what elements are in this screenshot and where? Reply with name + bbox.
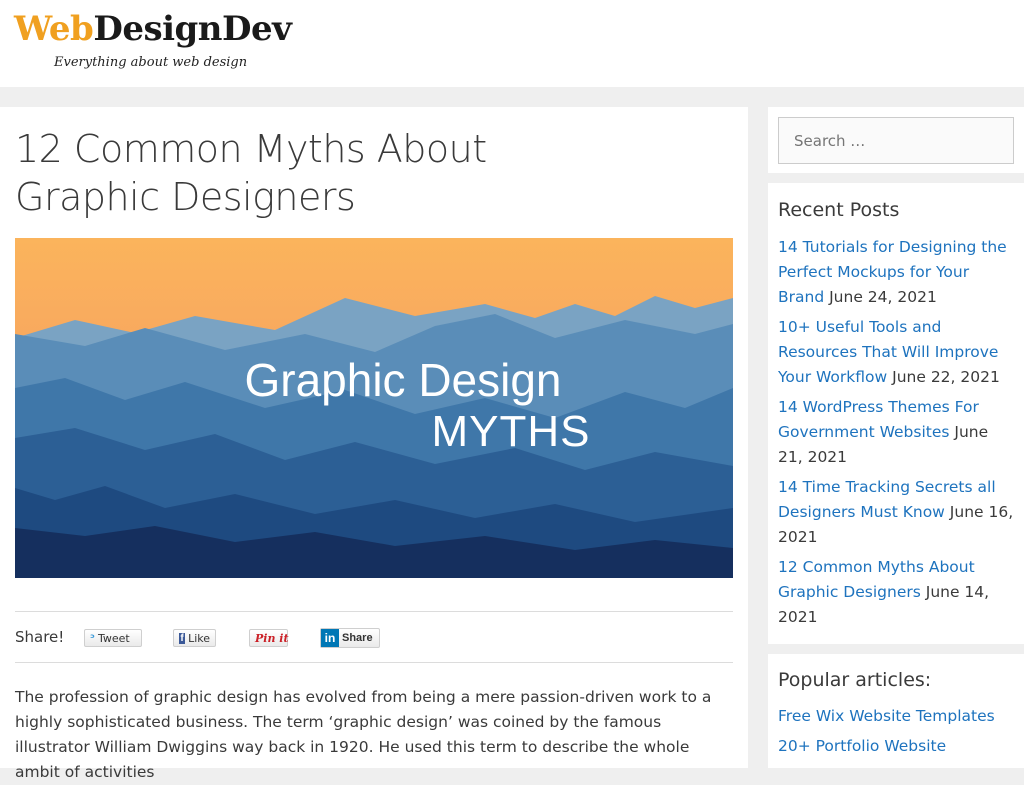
hero-illustration: Graphic Design MYTHS — [15, 238, 733, 578]
recent-posts-list: 14 Tutorials for Designing the Perfect M… — [778, 235, 1014, 635]
popular-articles-widget: Popular articles: Free Wix Website Templ… — [768, 654, 1024, 768]
recent-post-link[interactable]: 14 WordPress Themes For Government Websi… — [778, 398, 979, 441]
linkedin-share-label: Share — [342, 632, 373, 644]
hero-title-line2: MYTHS — [432, 407, 591, 456]
logo-web: Web — [14, 9, 94, 49]
recent-posts-widget: Recent Posts 14 Tutorials for Designing … — [768, 183, 1024, 644]
popular-articles-title: Popular articles: — [778, 669, 932, 691]
hero-title-line1: Graphic Design — [244, 354, 561, 406]
like-button-label: Like — [188, 631, 210, 645]
logo-tagline: Everything about web design — [54, 55, 248, 70]
logo-design: Design — [93, 9, 222, 49]
site-header: WebDesignDev Everything about web design — [0, 0, 1024, 87]
share-divider-top — [15, 611, 733, 612]
twitter-bird-icon: ᵓ — [90, 631, 95, 645]
popular-article-link[interactable]: Free Wix Website Templates — [778, 707, 995, 725]
linkedin-share-button[interactable]: in Share — [320, 628, 380, 648]
popular-article-link[interactable]: 20+ Portfolio Website — [778, 737, 946, 755]
recent-post-item: 14 WordPress Themes For Government Websi… — [778, 395, 1014, 470]
article-title: 12 Common Myths About Graphic Designers — [15, 127, 487, 219]
search-widget — [768, 107, 1024, 173]
tweet-button-label: Tweet — [97, 631, 130, 645]
recent-post-date: June 22, 2021 — [892, 368, 1000, 386]
pinterest-button[interactable]: Pin it — [249, 629, 289, 647]
popular-article-item: 20+ Portfolio Website — [778, 734, 1014, 759]
recent-post-item: 14 Tutorials for Designing the Perfect M… — [778, 235, 1014, 310]
article-paragraph: The profession of graphic design has evo… — [15, 688, 712, 781]
logo-wordmark: WebDesignDev — [14, 12, 314, 46]
popular-articles-list: Free Wix Website Templates 20+ Portfolio… — [778, 704, 1014, 764]
tweet-button[interactable]: ᵓ Tweet — [84, 629, 142, 647]
hero-image: Graphic Design MYTHS — [15, 238, 733, 578]
recent-posts-title: Recent Posts — [778, 199, 900, 221]
recent-post-item: 10+ Useful Tools and Resources That Will… — [778, 315, 1014, 390]
linkedin-icon: in — [321, 629, 339, 647]
site-logo[interactable]: WebDesignDev Everything about web design — [14, 12, 314, 78]
share-label: Share! — [15, 628, 65, 646]
logo-dev: Dev — [222, 9, 292, 49]
recent-post-item: 12 Common Myths About Graphic Designers … — [778, 555, 1014, 630]
facebook-icon: f — [179, 632, 186, 644]
facebook-like-button[interactable]: f Like — [173, 629, 216, 647]
search-input[interactable] — [778, 117, 1014, 164]
recent-post-item: 14 Time Tracking Secrets all Designers M… — [778, 475, 1014, 550]
popular-article-item: Free Wix Website Templates — [778, 704, 1014, 729]
pinterest-label: Pin it — [255, 631, 289, 645]
share-divider-bottom — [15, 662, 733, 663]
article: 12 Common Myths About Graphic Designers … — [0, 107, 748, 781]
recent-post-date: June 24, 2021 — [829, 288, 937, 306]
